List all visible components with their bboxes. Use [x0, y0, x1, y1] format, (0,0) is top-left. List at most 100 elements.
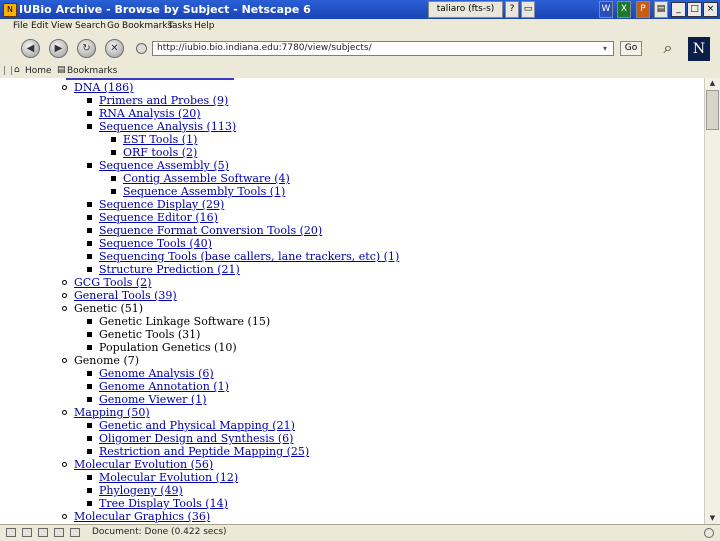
page-proxy-icon[interactable] [136, 43, 147, 54]
subject-link[interactable]: Sequence Editor (16) [99, 211, 218, 224]
subject-link[interactable]: Sequencing Tools (base callers, lane tra… [99, 250, 399, 263]
subject-link[interactable]: Genome Annotation (1) [99, 380, 229, 393]
subject-link[interactable]: Mapping (50) [74, 406, 150, 419]
close-button[interactable]: × [703, 2, 718, 17]
tree-item-level-3[interactable]: Contig Assemble Software (4) [111, 172, 290, 185]
netscape-logo-icon[interactable]: N [688, 37, 710, 61]
subject-link[interactable]: Oligomer Design and Synthesis (6) [99, 432, 293, 445]
composer-icon[interactable] [38, 528, 48, 537]
subject-link[interactable]: Sequence Assembly Tools (1) [123, 185, 285, 198]
menu-edit[interactable]: Edit [31, 21, 48, 31]
vertical-scrollbar[interactable]: ▲ ▼ [704, 78, 720, 524]
navigator-icon[interactable] [6, 528, 16, 537]
subject-label: Genetic Tools (31) [99, 328, 201, 341]
subject-link[interactable]: Contig Assemble Software (4) [123, 172, 290, 185]
tree-item-level-2[interactable]: Molecular Evolution (12) [87, 471, 238, 484]
tree-item-level-3[interactable]: Sequence Assembly Tools (1) [111, 185, 285, 198]
security-lock-icon[interactable] [704, 528, 714, 538]
tree-item-level-2[interactable]: Structure Prediction (21) [87, 263, 240, 276]
search-icon[interactable]: ⌕ [655, 38, 681, 60]
tree-item-level-1[interactable]: Mapping (50) [62, 406, 150, 419]
subject-link[interactable]: ORF tools (2) [123, 146, 197, 159]
page-content: DNA (186) Primers and Probes (9) RNA Analy… [0, 78, 704, 524]
subject-link[interactable]: RNA Analysis (20) [99, 107, 201, 120]
url-dropdown-icon[interactable]: ▾ [603, 43, 612, 54]
taskbar-item[interactable]: taliaro (fts-s) [428, 1, 503, 18]
back-button[interactable]: ◀ [21, 39, 40, 58]
pdf-icon[interactable]: ▤ [654, 1, 668, 18]
menu-help[interactable]: Help [194, 21, 215, 31]
menu-go[interactable]: Go [107, 21, 119, 31]
home-link[interactable]: Home [25, 66, 52, 76]
tree-item-level-2[interactable]: RNA Analysis (20) [87, 107, 201, 120]
tree-item-level-2[interactable]: Sequence Tools (40) [87, 237, 212, 250]
tree-item-level-2[interactable]: Genome Analysis (6) [87, 367, 214, 380]
tree-item-level-2[interactable]: Genome Viewer (1) [87, 393, 206, 406]
tree-item-level-2[interactable]: Sequence Assembly (5) [87, 159, 229, 172]
address-book-icon[interactable] [54, 528, 64, 537]
tree-item-level-2[interactable]: Sequence Display (29) [87, 198, 224, 211]
subject-link[interactable]: Structure Prediction (21) [99, 263, 240, 276]
subject-link[interactable]: Genome Analysis (6) [99, 367, 214, 380]
tree-item-level-2[interactable]: Oligomer Design and Synthesis (6) [87, 432, 293, 445]
subject-link[interactable]: Molecular Evolution (12) [99, 471, 238, 484]
tree-item-level-1[interactable]: General Tools (39) [62, 289, 177, 302]
subject-link[interactable]: Molecular Evolution (56) [74, 458, 213, 471]
scroll-down-icon[interactable]: ▼ [706, 513, 719, 524]
tree-item-level-2[interactable]: Sequence Format Conversion Tools (20) [87, 224, 322, 237]
menu-tasks[interactable]: Tasks [168, 21, 192, 31]
minimize-button[interactable]: _ [671, 2, 686, 17]
tree-item-level-2[interactable]: Restriction and Peptide Mapping (25) [87, 445, 309, 458]
instant-messenger-icon[interactable] [70, 528, 80, 537]
menu-search[interactable]: Search [75, 21, 106, 31]
tree-item-level-1[interactable]: Molecular Evolution (56) [62, 458, 213, 471]
tree-item-level-2[interactable]: Tree Display Tools (14) [87, 497, 228, 510]
mail-icon[interactable] [22, 528, 32, 537]
tree-item-level-2[interactable]: Sequencing Tools (base callers, lane tra… [87, 250, 399, 263]
subject-link[interactable]: General Tools (39) [74, 289, 177, 302]
go-button[interactable]: Go [620, 41, 642, 56]
subject-link[interactable]: Sequence Format Conversion Tools (20) [99, 224, 322, 237]
subject-link[interactable]: Sequence Display (29) [99, 198, 224, 211]
subject-link[interactable]: Sequence Assembly (5) [99, 159, 229, 172]
tree-item-level-1[interactable]: Molecular Graphics (36) [62, 510, 210, 523]
bookmarks-link[interactable]: Bookmarks [67, 66, 117, 76]
tree-item-level-2[interactable]: Sequence Editor (16) [87, 211, 218, 224]
scroll-thumb[interactable] [706, 90, 719, 130]
powerpoint-icon[interactable]: P [636, 1, 650, 18]
tree-item-level-1[interactable]: GCG Tools (2) [62, 276, 151, 289]
tree-item-level-3[interactable]: ORF tools (2) [111, 146, 197, 159]
subject-link[interactable]: Genetic and Physical Mapping (21) [99, 419, 295, 432]
subject-link[interactable]: Sequence Analysis (113) [99, 120, 236, 133]
reload-button[interactable]: ↻ [77, 39, 96, 58]
subject-link[interactable]: Molecular Graphics (36) [74, 510, 210, 523]
subject-link[interactable]: Sequence Tools (40) [99, 237, 212, 250]
subject-link[interactable]: Primers and Probes (9) [99, 94, 228, 107]
word-icon[interactable]: W [599, 1, 613, 18]
subject-link[interactable]: Genome Viewer (1) [99, 393, 206, 406]
forward-button[interactable]: ▶ [49, 39, 68, 58]
excel-icon[interactable]: X [617, 1, 631, 18]
subject-link[interactable]: EST Tools (1) [123, 133, 197, 146]
tree-item-level-3[interactable]: EST Tools (1) [111, 133, 197, 146]
subject-link[interactable]: DNA (186) [74, 81, 133, 94]
tree-item-level-2[interactable]: Genetic and Physical Mapping (21) [87, 419, 295, 432]
stop-button[interactable]: ✕ [105, 39, 124, 58]
url-input[interactable]: http://iubio.bio.indiana.edu:7780/view/s… [152, 41, 614, 56]
menu-file[interactable]: File [13, 21, 28, 31]
menu-view[interactable]: View [51, 21, 72, 31]
tree-item-level-2[interactable]: Primers and Probes (9) [87, 94, 228, 107]
subject-link[interactable]: GCG Tools (2) [74, 276, 151, 289]
maximize-button[interactable]: □ [687, 2, 702, 17]
tree-item-level-2[interactable]: Phylogeny (49) [87, 484, 183, 497]
scroll-up-icon[interactable]: ▲ [706, 78, 719, 89]
help-icon[interactable]: ? [505, 1, 519, 18]
tree-item-level-2[interactable]: Sequence Analysis (113) [87, 120, 236, 133]
menu-bookmarks[interactable]: Bookmarks [122, 21, 172, 31]
document-icon[interactable]: ▭ [521, 1, 535, 18]
tree-item-level-1[interactable]: DNA (186) [62, 81, 133, 94]
tree-item-level-2[interactable]: Genome Annotation (1) [87, 380, 229, 393]
subject-link[interactable]: Phylogeny (49) [99, 484, 183, 497]
subject-link[interactable]: Restriction and Peptide Mapping (25) [99, 445, 309, 458]
subject-link[interactable]: Tree Display Tools (14) [99, 497, 228, 510]
